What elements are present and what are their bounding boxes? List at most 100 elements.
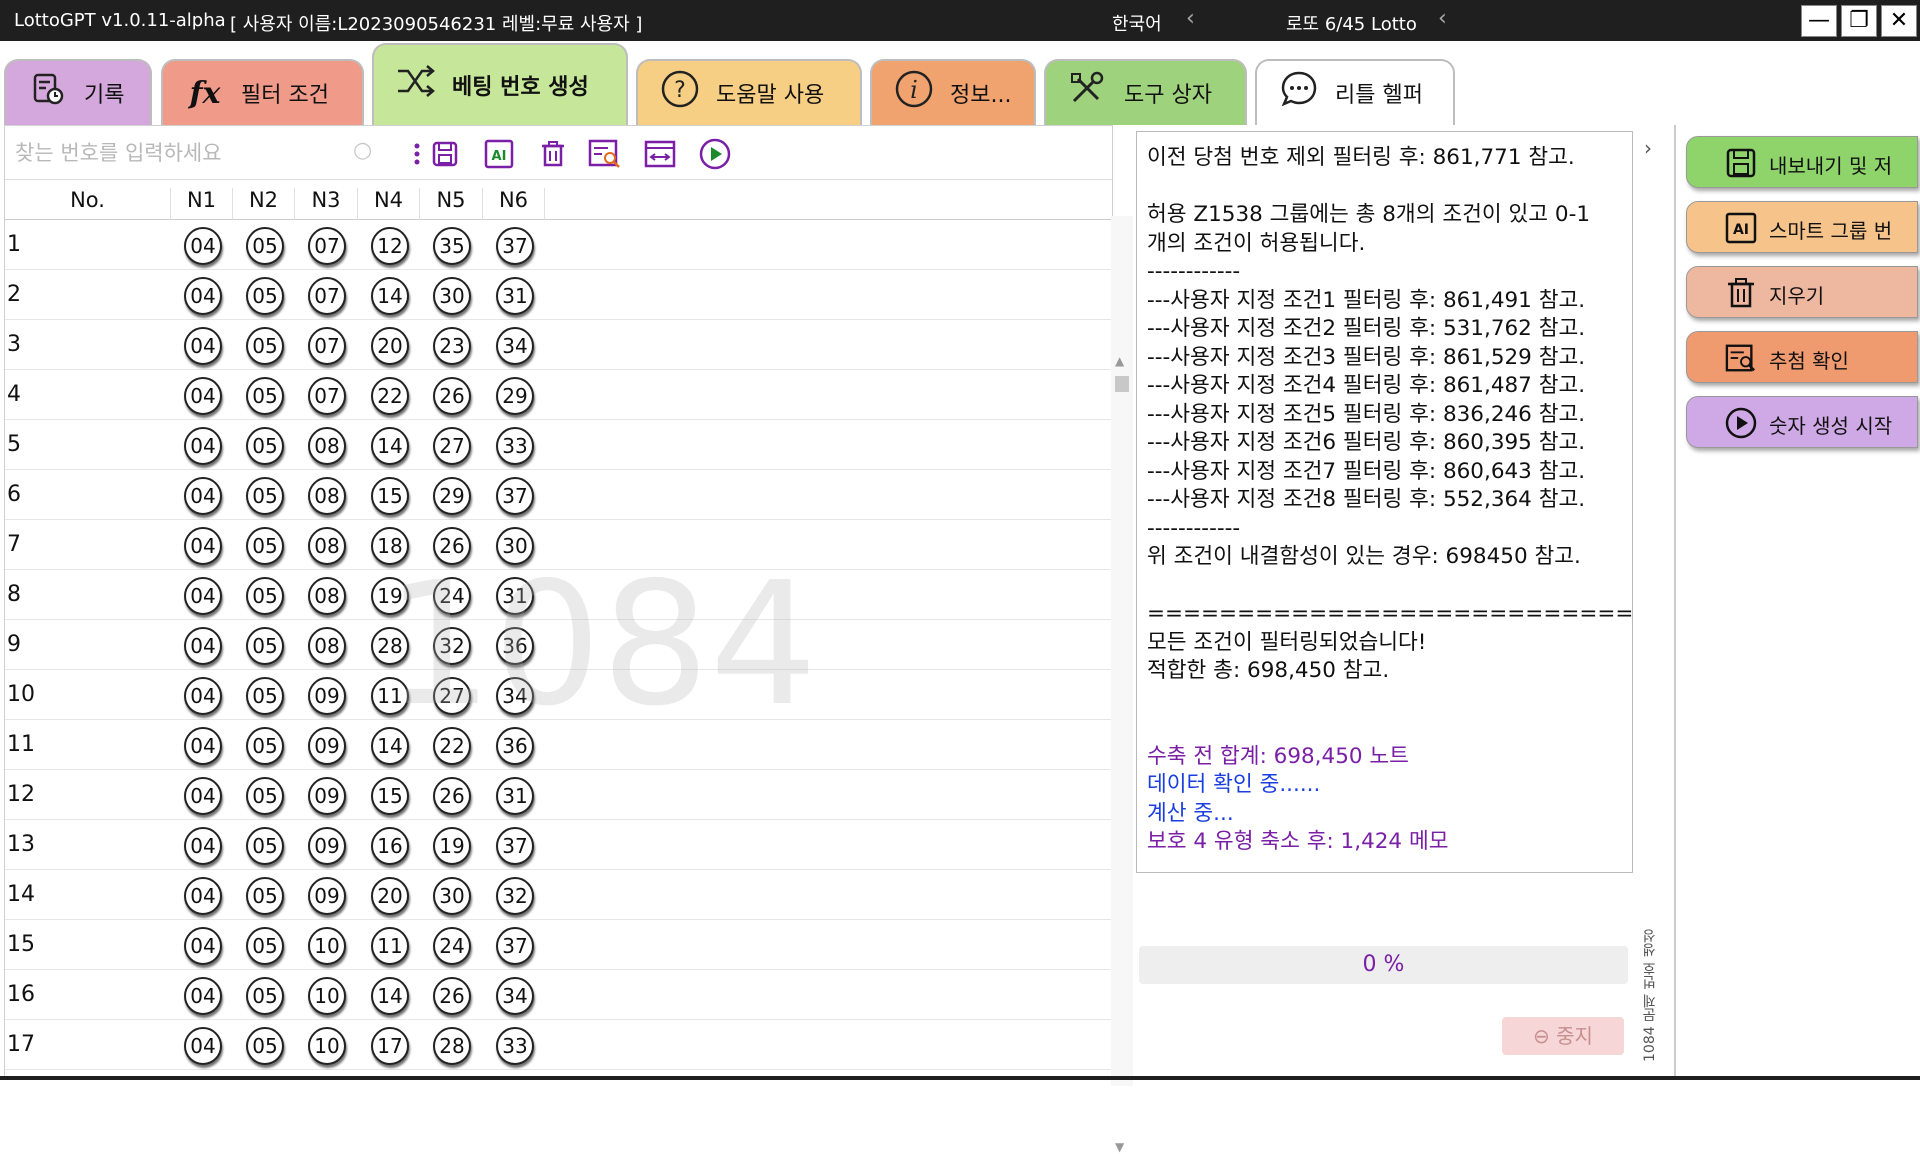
table-row[interactable]: 1 04 05 07 12 35 37 <box>5 220 1112 270</box>
smart-group-button[interactable]: AI 스마트 그룹 번 <box>1686 201 1918 253</box>
chevron-right-icon[interactable]: › <box>1644 136 1652 160</box>
grid-header: No. N1 N2 N3 N4 N5 N6 <box>5 180 1112 220</box>
table-row[interactable]: 3 04 05 07 20 23 34 <box>5 320 1112 370</box>
table-row[interactable]: 9 04 05 08 28 32 36 <box>5 620 1112 670</box>
number-ball: 20 <box>371 877 409 915</box>
row-number: 7 <box>7 532 21 557</box>
save-icon[interactable] <box>427 136 463 172</box>
search-toolbar: ○ AI <box>5 126 1112 180</box>
table-row[interactable]: 10 04 05 09 11 27 34 <box>5 670 1112 720</box>
number-ball: 19 <box>433 827 471 865</box>
number-ball: 09 <box>308 877 346 915</box>
tab-help[interactable]: ? 도움말 사용 <box>636 59 862 125</box>
number-ball: 36 <box>496 727 534 765</box>
progress-bar: 0 % <box>1139 946 1628 984</box>
table-row[interactable]: 14 04 05 09 20 30 32 <box>5 870 1112 920</box>
check-draw-button[interactable]: 추첨 확인 <box>1686 331 1918 383</box>
scroll-up-icon[interactable]: ▲ <box>1115 354 1124 368</box>
table-row[interactable]: 5 04 05 08 14 27 33 <box>5 420 1112 470</box>
close-button[interactable]: ✕ <box>1881 5 1917 37</box>
table-row[interactable]: 2 04 05 07 14 30 31 <box>5 270 1112 320</box>
action-label: 추첨 확인 <box>1769 349 1849 373</box>
row-number: 8 <box>7 582 21 607</box>
tab-generate-numbers[interactable]: 베팅 번호 생성 <box>372 43 628 125</box>
number-ball: 08 <box>308 427 346 465</box>
table-row[interactable]: 17 04 05 10 17 28 33 <box>5 1020 1112 1070</box>
header-n6[interactable]: N6 <box>483 188 545 220</box>
header-n2[interactable]: N2 <box>233 188 295 220</box>
start-generate-button[interactable]: 숫자 생성 시작 <box>1686 396 1918 448</box>
progress-label: 0 % <box>1362 952 1405 977</box>
scroll-down-icon[interactable]: ▼ <box>1115 1140 1124 1154</box>
stop-button[interactable]: ⊖ 중지 <box>1502 1017 1624 1055</box>
ai-icon: AI <box>1725 212 1757 244</box>
action-label: 지우기 <box>1769 284 1825 308</box>
table-row[interactable]: 8 04 05 08 19 24 31 <box>5 570 1112 620</box>
svg-text:?: ? <box>674 78 686 103</box>
table-row[interactable]: 7 04 05 08 18 26 30 <box>5 520 1112 570</box>
header-no[interactable]: No. <box>5 188 171 220</box>
play-icon <box>1725 407 1757 439</box>
number-ball: 34 <box>496 977 534 1015</box>
tab-history[interactable]: 기록 <box>4 59 152 125</box>
tab-toolbox[interactable]: 도구 상자 <box>1044 59 1247 125</box>
number-ball: 27 <box>433 427 471 465</box>
number-ball: 31 <box>496 577 534 615</box>
restore-button[interactable]: ❐ <box>1841 5 1877 37</box>
table-row[interactable]: 16 04 05 10 14 26 34 <box>5 970 1112 1020</box>
lottery-selector[interactable]: 로또 6/45 Lotto <box>1286 10 1417 36</box>
info-icon: i <box>892 69 936 117</box>
row-number: 10 <box>7 682 35 707</box>
check-draw-icon[interactable] <box>587 136 623 172</box>
tab-info[interactable]: i 정보... <box>870 59 1036 125</box>
minimize-button[interactable]: — <box>1801 5 1837 37</box>
number-ball: 29 <box>496 377 534 415</box>
tools-icon <box>1066 71 1110 115</box>
save-icon <box>1725 147 1757 179</box>
header-n1[interactable]: N1 <box>171 188 233 220</box>
vertical-scrollbar[interactable]: ▲ ▼ <box>1111 216 1133 1154</box>
number-ball: 05 <box>246 377 284 415</box>
vertical-status: 1084 문제 번호 생성 <box>1642 929 1658 1062</box>
row-number: 5 <box>7 432 21 457</box>
number-ball: 05 <box>246 527 284 565</box>
tab-little-helper[interactable]: 리틀 헬퍼 <box>1255 59 1455 125</box>
row-number: 13 <box>7 832 35 857</box>
number-ball: 08 <box>308 627 346 665</box>
header-n5[interactable]: N5 <box>420 188 483 220</box>
number-ball: 30 <box>433 877 471 915</box>
row-number: 17 <box>7 1032 35 1057</box>
play-icon[interactable] <box>697 136 733 172</box>
number-ball: 26 <box>433 377 471 415</box>
chat-icon <box>1277 69 1321 117</box>
expand-width-icon[interactable] <box>642 136 678 172</box>
search-input[interactable] <box>15 136 385 170</box>
table-row[interactable]: 4 04 05 07 22 26 29 <box>5 370 1112 420</box>
chevron-left-icon[interactable]: ‹ <box>1438 6 1447 31</box>
table-row[interactable]: 15 04 05 10 11 24 37 <box>5 920 1112 970</box>
table-row[interactable]: 11 04 05 09 14 22 36 <box>5 720 1112 770</box>
number-ball: 14 <box>371 727 409 765</box>
language-selector[interactable]: 한국어 <box>1112 10 1162 36</box>
log-line: ---사용자 지정 조건3 필터링 후: 861,529 참고. <box>1147 344 1586 370</box>
tab-filter-conditions[interactable]: fx 필터 조건 <box>161 59 364 125</box>
clear-button[interactable]: 지우기 <box>1686 266 1918 318</box>
number-ball: 08 <box>308 477 346 515</box>
table-row[interactable]: 12 04 05 09 15 26 31 <box>5 770 1112 820</box>
table-row[interactable]: 13 04 05 09 16 19 37 <box>5 820 1112 870</box>
panel-divider <box>1674 125 1676 1080</box>
number-ball: 04 <box>184 827 222 865</box>
search-icon[interactable]: ○ <box>353 138 372 163</box>
export-save-button[interactable]: 내보내기 및 저 <box>1686 136 1918 188</box>
ai-icon[interactable]: AI <box>481 136 517 172</box>
scroll-thumb[interactable] <box>1115 376 1129 392</box>
number-ball: 26 <box>433 777 471 815</box>
header-n4[interactable]: N4 <box>358 188 420 220</box>
table-row[interactable]: 6 04 05 08 15 29 37 <box>5 470 1112 520</box>
chevron-left-icon[interactable]: ‹ <box>1186 6 1195 31</box>
log-line: ---사용자 지정 조건2 필터링 후: 531,762 참고. <box>1147 316 1586 341</box>
user-info: [ 사용자 이름:L2023090546231 레벨:무료 사용자 ] <box>230 14 643 35</box>
header-n3[interactable]: N3 <box>295 188 358 220</box>
log-line: ---사용자 지정 조건4 필터링 후: 861,487 참고. <box>1147 373 1586 398</box>
trash-icon[interactable] <box>535 136 571 172</box>
